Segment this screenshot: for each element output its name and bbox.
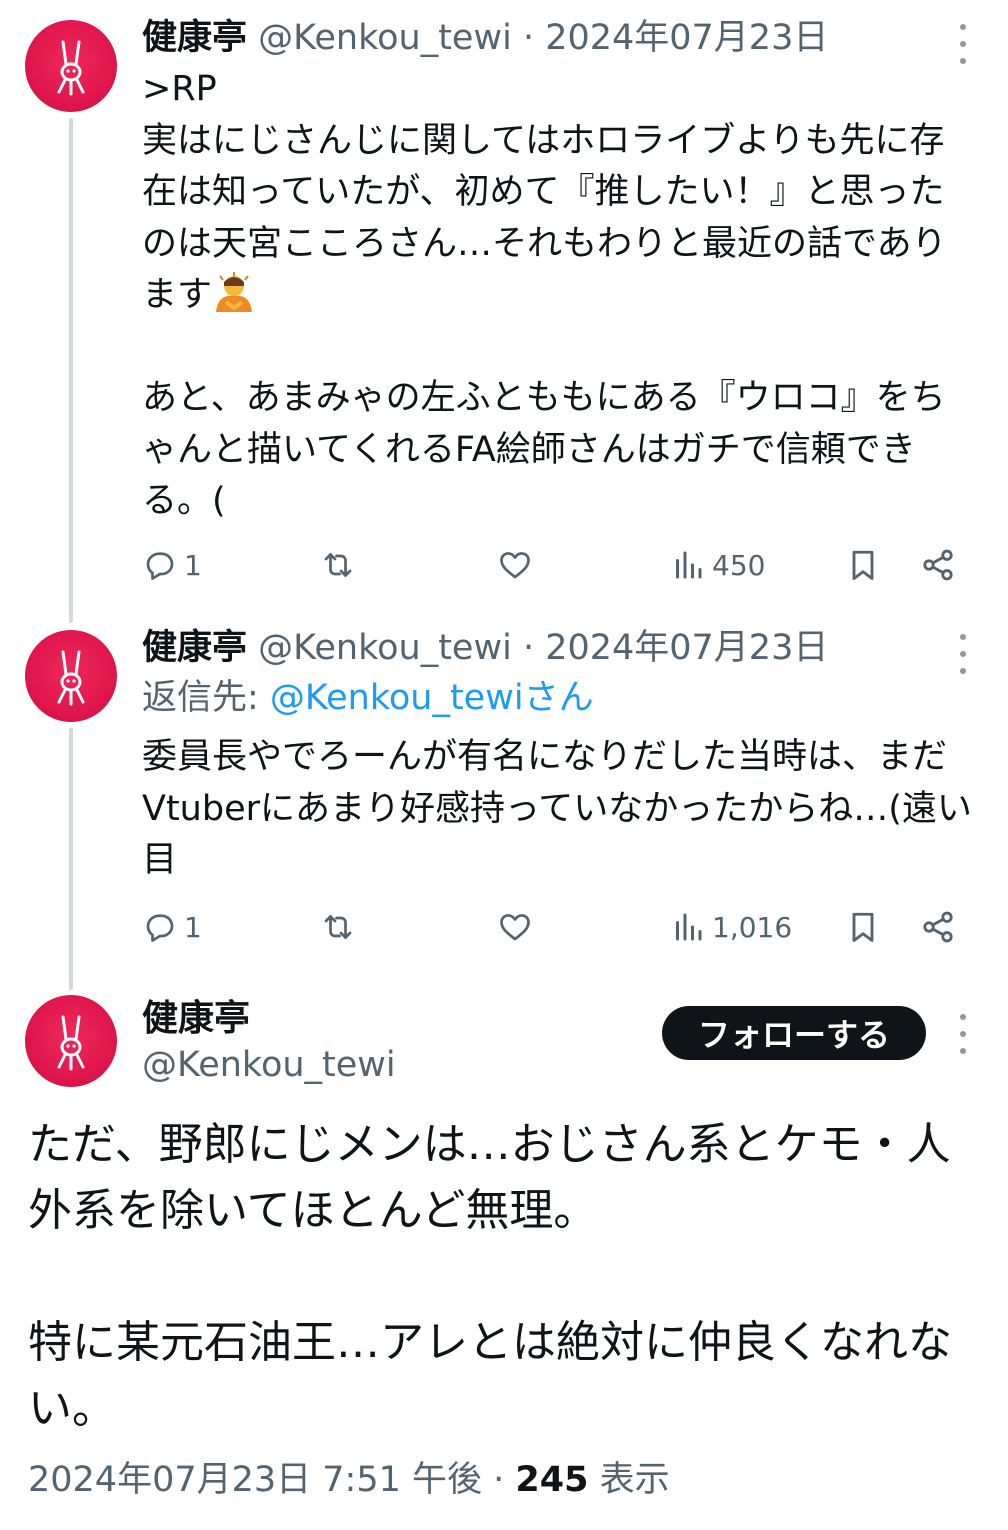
share-icon	[923, 911, 953, 943]
retweet-button[interactable]	[320, 540, 356, 590]
thread-tweet-1[interactable]: 健康亭 @Kenkou_tewi · 2024年07月23日 >RP 実はにじさ…	[0, 0, 1008, 623]
rabbit-logo-icon	[57, 1015, 85, 1071]
reply-to-label: 返信先:	[142, 678, 270, 718]
tweet-text: >RP 実はにじさんじに関してはホロライブよりも先に存在は知っていたが、初めて『…	[142, 64, 972, 528]
reply-to-link[interactable]: @Kenkou_tewiさん	[270, 678, 594, 718]
separator: ·	[482, 1460, 516, 1500]
reply-to: 返信先: @Kenkou_tewiさん	[142, 674, 594, 722]
tweet-date[interactable]: 2024年07月23日	[545, 18, 828, 58]
avatar[interactable]	[25, 630, 117, 722]
display-name[interactable]: 健康亭	[142, 18, 247, 58]
reply-bubble-icon	[146, 552, 174, 580]
more-vertical-icon[interactable]	[956, 24, 970, 64]
reply-bubble-icon	[146, 914, 174, 942]
handle[interactable]: @Kenkou_tewi	[258, 18, 512, 58]
more-vertical-icon[interactable]	[956, 1014, 970, 1054]
tweet-text: 委員長やでろーんが有名になりだした当時は、まだVtuberにあまり好感持っていな…	[142, 737, 972, 880]
bookmark-button[interactable]	[845, 902, 881, 952]
bookmark-button[interactable]	[845, 540, 881, 590]
avatar[interactable]	[25, 20, 117, 112]
tweet-text-part1: >RP 実はにじさんじに関してはホロライブよりも先に存在は知っていたが、初めて『…	[142, 69, 947, 315]
separator: ·	[511, 18, 546, 58]
reply-count: 1	[184, 910, 202, 944]
tweet-date[interactable]: 2024年07月23日	[545, 628, 828, 668]
reply-button[interactable]: 1	[142, 902, 202, 952]
handle[interactable]: @Kenkou_tewi	[142, 1042, 396, 1088]
share-button[interactable]	[920, 540, 956, 590]
separator: ·	[511, 628, 546, 668]
display-name[interactable]: 健康亭	[142, 996, 250, 1042]
rabbit-logo-icon	[57, 650, 85, 706]
avatar[interactable]	[25, 995, 117, 1087]
follow-button[interactable]: フォローする	[662, 1006, 926, 1060]
tweet-timestamp[interactable]: 2024年07月23日 7:51 午後	[28, 1460, 482, 1500]
like-button[interactable]	[497, 902, 533, 952]
views-button[interactable]: 1,016	[670, 902, 792, 952]
bookmark-icon	[852, 550, 874, 580]
bookmark-icon	[852, 912, 874, 942]
person-bowing-emoji	[216, 272, 253, 312]
heart-icon	[500, 552, 530, 579]
handle[interactable]: @Kenkou_tewi	[258, 628, 512, 668]
display-name[interactable]: 健康亭	[142, 628, 247, 668]
share-icon	[923, 549, 953, 581]
share-button[interactable]	[920, 902, 956, 952]
rabbit-logo-icon	[57, 40, 85, 96]
views-button[interactable]: 450	[670, 540, 765, 590]
action-bar: 1 1,016	[142, 902, 972, 952]
tweet-header: 健康亭 @Kenkou_tewi · 2024年07月23日	[142, 624, 828, 672]
like-button[interactable]	[497, 540, 533, 590]
thread-tweet-2[interactable]: 健康亭 @Kenkou_tewi · 2024年07月23日 返信先: @Ken…	[0, 610, 1008, 990]
reply-button[interactable]: 1	[142, 540, 202, 590]
retweet-icon	[324, 915, 352, 939]
views-count: 450	[712, 548, 766, 582]
views-count: 245	[515, 1460, 589, 1500]
more-vertical-icon[interactable]	[956, 634, 970, 674]
bar-chart-icon	[676, 913, 702, 941]
tweet-meta: 2024年07月23日 7:51 午後 · 245 表示	[28, 1455, 670, 1505]
reply-count: 1	[184, 548, 202, 582]
heart-icon	[500, 914, 530, 941]
tweet-header: 健康亭 @Kenkou_tewi · 2024年07月23日	[142, 14, 828, 62]
retweet-icon	[324, 553, 352, 577]
action-bar: 1 450	[142, 540, 972, 590]
views-count: 1,016	[712, 910, 793, 944]
tweet-text: ただ、野郎にじメンは…おじさん系とケモ・人外系を除いてほとんど無理。 特に某元石…	[28, 1119, 952, 1434]
retweet-button[interactable]	[320, 902, 356, 952]
thread-line	[69, 118, 73, 623]
bar-chart-icon	[676, 551, 702, 579]
views-label: 表示	[588, 1460, 670, 1500]
tweet-text-part2: あと、あまみゃの左ふとももにある『ウロコ』をちゃんと描いてくれるFA絵師さんはガ…	[142, 378, 946, 521]
thread-line	[69, 728, 73, 990]
